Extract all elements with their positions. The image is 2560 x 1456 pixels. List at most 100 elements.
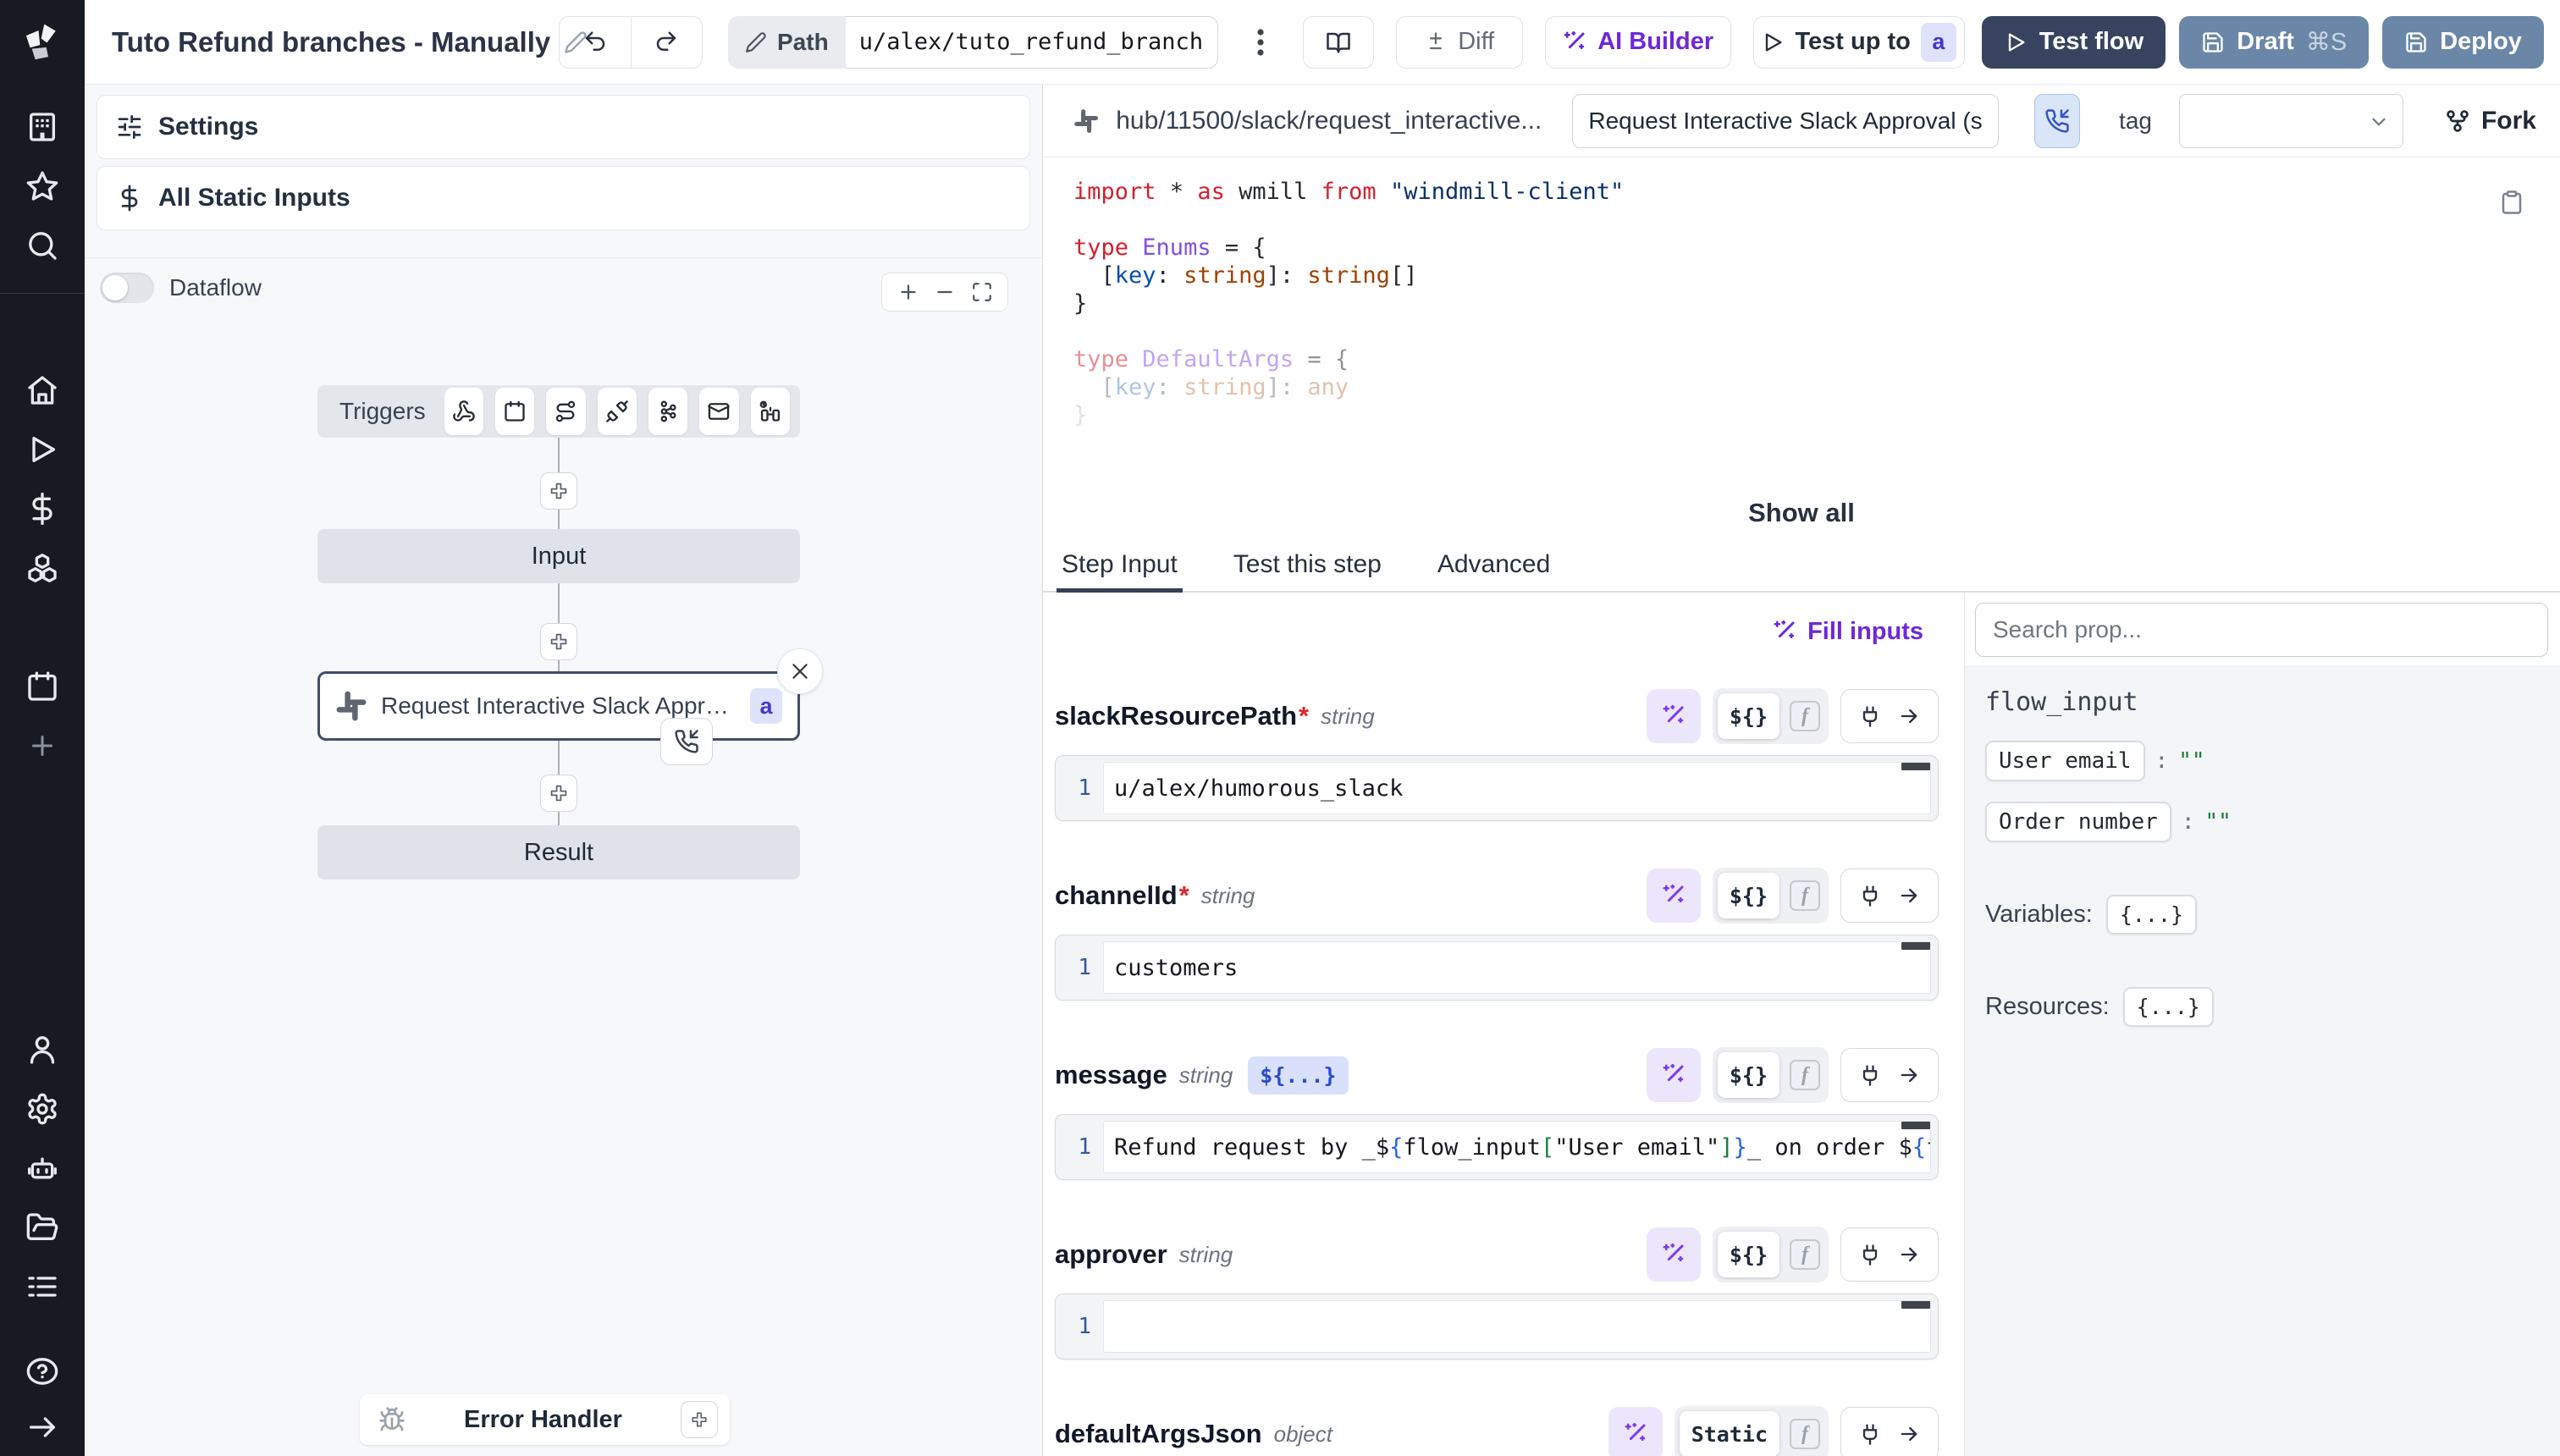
plug-icon[interactable] [1858,704,1882,728]
arrow-right-icon[interactable] [1897,1422,1921,1446]
more-options-kebab-icon[interactable] [1244,27,1277,58]
settings-gear-icon[interactable] [24,1090,61,1128]
section-object-chip[interactable]: {...} [2106,895,2197,935]
fill-inputs-button[interactable]: Fill inputs [1772,608,1923,655]
test-flow-button[interactable]: Test flow [1982,16,2166,69]
favorites-star-icon[interactable] [24,168,61,205]
result-node[interactable]: Result [317,825,800,880]
tab-step-input[interactable]: Step Input [1057,550,1183,591]
windmill-logo[interactable] [0,0,85,85]
zoom-fit-icon[interactable] [971,281,993,303]
step-summary-input[interactable] [1572,94,1999,148]
ai-fill-wand-button[interactable] [1647,1227,1701,1282]
schedules-icon[interactable] [24,668,61,705]
arrow-right-icon[interactable] [1897,1063,1921,1087]
field-editor[interactable]: 1 Refund request by _${flow_input["User … [1055,1114,1939,1180]
editor-content[interactable]: Refund request by _${flow_input["User em… [1103,1121,1931,1173]
function-mode-button[interactable]: f [1790,1239,1820,1270]
input-mode-button[interactable]: Static [1680,1411,1779,1456]
add-error-handler-button[interactable] [681,1401,718,1438]
ai-fill-wand-button[interactable] [1647,869,1701,923]
input-mode-button[interactable]: ${} [1718,1232,1779,1277]
error-handler-node[interactable]: Error Handler [360,1394,730,1445]
diff-button[interactable]: Diff [1396,16,1523,69]
arrow-right-icon[interactable] [1897,704,1921,728]
add-step-button[interactable] [540,623,577,660]
http-route-trigger-icon[interactable] [546,388,585,435]
runs-icon[interactable] [24,431,61,468]
path-label[interactable]: Path [728,16,846,69]
search-prop-input[interactable] [1975,603,2548,657]
help-icon[interactable] [24,1353,61,1390]
all-static-inputs-button[interactable]: All Static Inputs [97,166,1030,230]
function-mode-button[interactable]: f [1790,701,1820,731]
audit-logs-icon[interactable] [24,1268,61,1305]
fork-button[interactable]: Fork [2444,107,2536,135]
test-up-to-button[interactable]: Test up to a [1753,16,1965,69]
field-editor[interactable]: 1 u/alex/humorous_slack [1055,755,1939,821]
draft-button[interactable]: Draft ⌘S [2179,16,2369,69]
arrow-right-icon[interactable] [1897,1243,1921,1266]
add-step-button[interactable] [540,775,577,812]
function-mode-button[interactable]: f [1790,1060,1820,1090]
undo-button[interactable] [560,17,631,68]
editor-content[interactable] [1103,1300,1931,1353]
suspend-approval-badge[interactable] [660,718,713,765]
flow-settings-button[interactable]: Settings [97,95,1030,159]
plug-icon[interactable] [1858,1243,1882,1266]
input-node[interactable]: Input [317,529,800,583]
docs-book-button[interactable] [1303,16,1374,69]
redo-button[interactable] [631,17,703,68]
ai-builder-button[interactable]: AI Builder [1545,16,1731,69]
path-input[interactable] [846,16,1218,69]
input-mode-button[interactable]: ${} [1718,1052,1779,1098]
remove-step-button[interactable] [777,648,823,694]
tab-test-this-step[interactable]: Test this step [1228,550,1387,591]
dataflow-toggle[interactable] [100,273,154,303]
resources-icon[interactable] [24,549,61,587]
ai-fill-wand-button[interactable] [1647,689,1701,743]
add-icon[interactable] [24,727,61,764]
field-editor[interactable]: 1 [1055,1293,1939,1359]
section-object-chip[interactable]: {...} [2123,987,2214,1027]
workspace-icon[interactable] [24,108,61,146]
folders-icon[interactable] [24,1209,61,1246]
users-icon[interactable] [24,1031,61,1068]
email-trigger-icon[interactable] [699,388,738,435]
plug-icon[interactable] [1858,1422,1882,1446]
workers-bot-icon[interactable] [24,1150,61,1187]
webhook-trigger-icon[interactable] [444,388,483,435]
plug-icon[interactable] [1858,884,1882,907]
tab-advanced[interactable]: Advanced [1432,550,1555,591]
suspend-approval-button[interactable] [2034,94,2080,148]
scheduled-poll-trigger-icon[interactable] [751,388,790,435]
deploy-button[interactable]: Deploy [2382,16,2544,69]
editor-content[interactable]: u/alex/humorous_slack [1103,762,1931,814]
websocket-trigger-icon[interactable] [598,388,637,435]
function-mode-button[interactable]: f [1790,1419,1820,1449]
copy-code-clipboard-icon[interactable] [2499,190,2524,215]
variables-icon[interactable] [24,490,61,527]
arrow-right-icon[interactable] [1897,884,1921,907]
zoom-in-icon[interactable] [897,281,919,303]
kafka-trigger-icon[interactable] [648,388,687,435]
ai-fill-wand-button[interactable] [1608,1407,1663,1456]
editor-content[interactable]: customers [1103,941,1931,994]
triggers-node[interactable]: Triggers [317,385,800,438]
collapse-arrow-icon[interactable] [24,1409,61,1446]
prop-chip[interactable]: Order number [1985,802,2171,842]
show-all-code-button[interactable]: Show all [1043,498,2560,528]
input-mode-button[interactable]: ${} [1718,873,1779,918]
ai-fill-wand-button[interactable] [1647,1048,1701,1102]
search-icon[interactable] [24,227,61,264]
home-icon[interactable] [24,372,61,409]
add-step-button[interactable] [540,472,577,510]
input-mode-button[interactable]: ${} [1718,693,1779,739]
function-mode-button[interactable]: f [1790,880,1820,911]
flow-input-root[interactable]: flow_input [1985,687,2540,717]
zoom-out-icon[interactable] [934,281,956,303]
plug-icon[interactable] [1858,1063,1882,1087]
hub-script-path[interactable]: hub/11500/slack/request_interactive... [1116,107,1542,135]
prop-chip[interactable]: User email [1985,741,2145,781]
schedule-trigger-icon[interactable] [495,388,534,435]
